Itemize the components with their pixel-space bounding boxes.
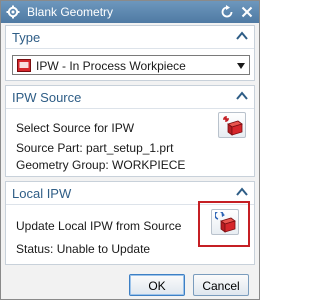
ok-button[interactable]: OK xyxy=(129,274,185,296)
local-ipw-panel: Local IPW Update Local IPW from Source S… xyxy=(5,181,255,265)
type-section-header[interactable]: Type xyxy=(6,26,254,48)
section-title: Type xyxy=(12,29,41,45)
chevron-up-icon[interactable] xyxy=(236,91,248,101)
ipw-source-section-header[interactable]: IPW Source xyxy=(6,86,254,108)
chevron-down-icon[interactable] xyxy=(237,63,245,69)
type-selected-value: IPW - In Process Workpiece xyxy=(36,59,186,73)
section-title: Local IPW xyxy=(12,185,72,201)
status-text: Status: Unable to Update xyxy=(16,242,151,256)
ipw-source-panel: IPW Source Select Source for IPW Source … xyxy=(5,85,255,177)
close-icon[interactable] xyxy=(239,4,255,20)
dialog-footer: OK Cancel xyxy=(1,269,259,299)
update-local-ipw-button[interactable] xyxy=(211,209,239,235)
update-local-ipw-label: Update Local IPW from Source xyxy=(16,219,182,233)
window-title: Blank Geometry xyxy=(27,5,114,19)
chevron-up-icon[interactable] xyxy=(236,31,248,41)
select-source-label: Select Source for IPW xyxy=(16,121,135,135)
reset-icon[interactable] xyxy=(219,4,235,20)
section-title: IPW Source xyxy=(12,89,82,105)
chevron-up-icon[interactable] xyxy=(236,187,248,197)
geometry-group-text: Geometry Group: WORKPIECE xyxy=(16,158,186,172)
ipw-block-icon xyxy=(17,59,31,72)
title-bar[interactable]: Blank Geometry xyxy=(1,1,259,23)
cancel-button[interactable]: Cancel xyxy=(193,274,249,296)
gear-icon xyxy=(6,5,20,19)
select-source-icon xyxy=(223,116,243,136)
update-ipw-icon xyxy=(215,212,236,233)
type-panel: Type IPW - In Process Workpiece xyxy=(5,25,255,81)
type-dropdown[interactable]: IPW - In Process Workpiece xyxy=(12,55,250,75)
select-source-button[interactable] xyxy=(218,112,246,138)
source-part-text: Source Part: part_setup_1.prt xyxy=(16,141,174,155)
blank-geometry-dialog: Blank Geometry Type IPW - In Process Wor… xyxy=(0,0,260,300)
